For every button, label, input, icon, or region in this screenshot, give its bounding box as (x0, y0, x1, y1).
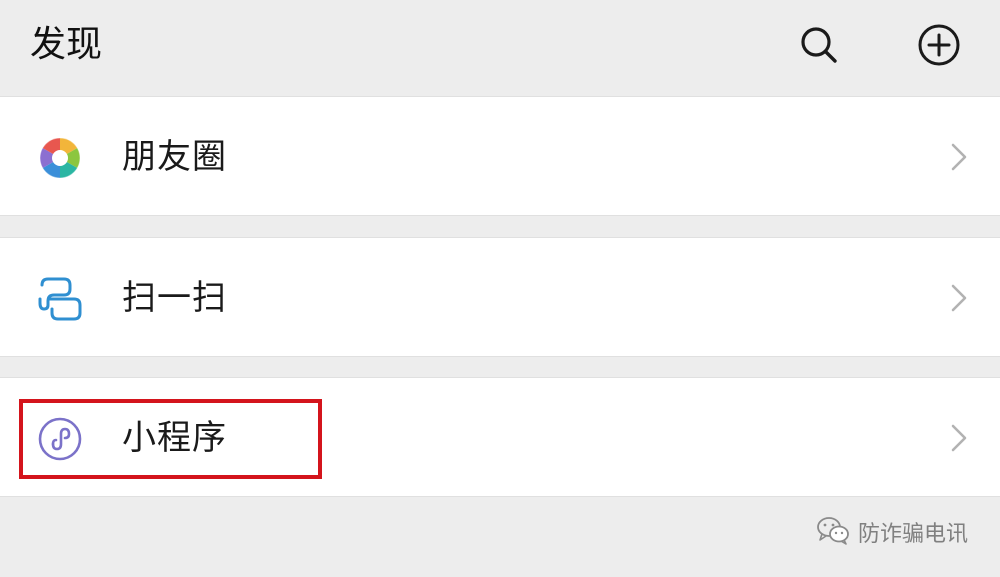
chevron-right-icon (948, 282, 970, 314)
search-icon[interactable] (796, 22, 842, 68)
page-title: 发现 (30, 24, 103, 65)
scan-icon (36, 275, 84, 323)
chevron-right-icon (948, 141, 970, 173)
watermark: 防诈骗电讯 (816, 515, 968, 554)
chevron-right-icon (948, 422, 970, 454)
top-bar: 发现 (0, 0, 1000, 95)
wechat-icon (816, 515, 850, 554)
mini-program-icon (36, 415, 84, 463)
add-circle-icon[interactable] (916, 22, 962, 68)
list-item-label: 小程序 (122, 418, 227, 458)
list-item-label: 朋友圈 (122, 137, 227, 177)
list-item-moments[interactable]: 朋友圈 (0, 96, 1000, 216)
watermark-text: 防诈骗电讯 (857, 521, 968, 547)
list-item-scan[interactable]: 扫一扫 (0, 237, 1000, 357)
moments-aperture-icon (36, 134, 84, 182)
list-item-label: 扫一扫 (122, 278, 227, 318)
list-item-mini-programs[interactable]: 小程序 (0, 377, 1000, 497)
